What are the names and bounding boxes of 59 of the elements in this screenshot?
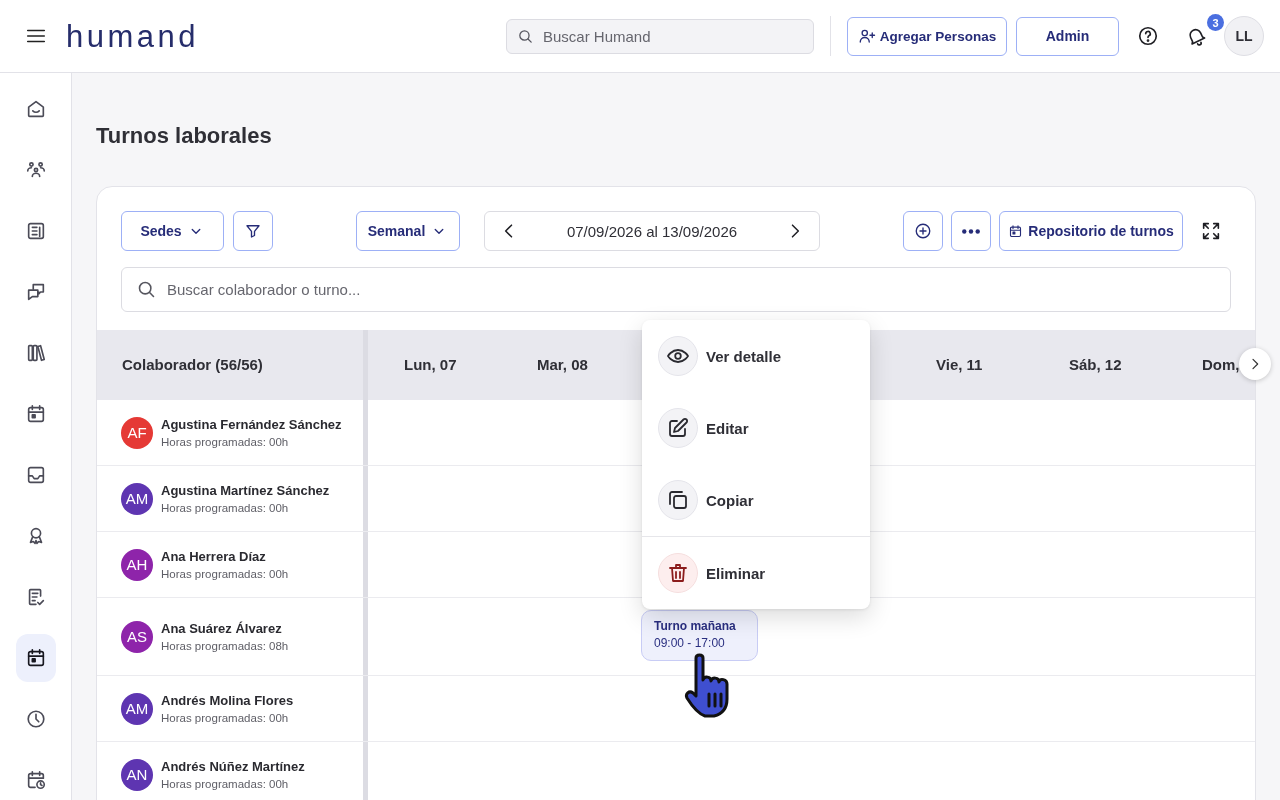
search-icon (136, 279, 157, 300)
sidebar-item[interactable] (15, 634, 56, 682)
menu-item[interactable]: Eliminar (642, 537, 870, 609)
add-people-button[interactable]: Agregar Personas (847, 16, 1007, 56)
user-plus-icon (857, 27, 876, 45)
search-icon (517, 27, 534, 45)
location-filter-dropdown[interactable]: Sedes (121, 211, 224, 251)
scheduled-hours: Horas programadas: 00h (161, 566, 289, 582)
menu-item[interactable]: Editar (642, 392, 870, 464)
scheduled-hours: Horas programadas: 00h (161, 434, 290, 450)
search-field[interactable]: Buscar Humand (506, 18, 814, 54)
employee-name: Ana Suárez Álvarez (161, 619, 283, 638)
avatar: AM (121, 692, 153, 725)
employee-name: Ana Herrera Díaz (161, 547, 267, 566)
view-dropdown[interactable]: Semanal (356, 211, 460, 251)
avatar: AM (121, 482, 153, 515)
scheduled-hours: Horas programadas: 00h (161, 776, 290, 792)
user-avatar[interactable]: LL (1224, 16, 1264, 56)
calendar-icon (1008, 223, 1024, 239)
column-header: Vie, 11 (936, 356, 983, 373)
copy-icon (658, 480, 698, 520)
avatar: AH (121, 548, 153, 581)
search-field[interactable]: Buscar colaborador o turno... (121, 267, 1231, 312)
avatar: AN (121, 758, 153, 791)
avatar: AS (121, 620, 153, 653)
filter-button[interactable] (233, 211, 273, 251)
add-shift-button[interactable] (903, 211, 943, 251)
pencil-icon (658, 408, 698, 448)
shift-repository-button[interactable]: Repositorio de turnos (999, 211, 1183, 251)
employee-name: Andrés Molina Flores (161, 691, 294, 710)
scheduled-hours: Horas programadas: 00h (161, 500, 290, 516)
filter-icon (244, 222, 262, 240)
menu-item[interactable]: Copiar (642, 464, 870, 536)
more-options-button[interactable] (951, 211, 991, 251)
column-header: Lun, 07 (404, 356, 457, 373)
column-header: Colaborador (56/56) (122, 356, 263, 373)
page-title: Turnos laborales (96, 122, 273, 150)
clock-icon (24, 708, 47, 730)
notification-badge: 3 (1207, 14, 1224, 31)
employee-name: Agustina Fernández Sánchez (161, 415, 342, 434)
eye-icon (658, 336, 698, 376)
column-header: Mar, 08 (537, 356, 588, 373)
menu-item[interactable]: Ver detalle (642, 320, 870, 392)
column-header: Dom, (1202, 356, 1240, 373)
plus-circle-icon (914, 222, 932, 240)
avatar: AF (121, 416, 153, 449)
expand-icon (1200, 220, 1222, 242)
column-header: Sáb, 12 (1069, 356, 1122, 373)
scheduled-hours: Horas programadas: 08h (161, 638, 289, 654)
help-icon (1137, 25, 1159, 47)
date-range: 07/09/2026 al 13/09/2026 (566, 222, 738, 240)
more-dots-icon (962, 228, 980, 234)
employee-name: Agustina Martínez Sánchez (161, 481, 330, 500)
logo: humand (66, 20, 200, 52)
shift-chip[interactable]: Turno mañana 09:00 - 17:00 (641, 610, 758, 661)
trash-icon (658, 553, 698, 593)
employee-name: Andrés Núñez Martínez (161, 757, 305, 776)
admin-button[interactable]: Admin (1016, 16, 1119, 56)
scheduled-hours: Horas programadas: 00h (161, 710, 290, 726)
